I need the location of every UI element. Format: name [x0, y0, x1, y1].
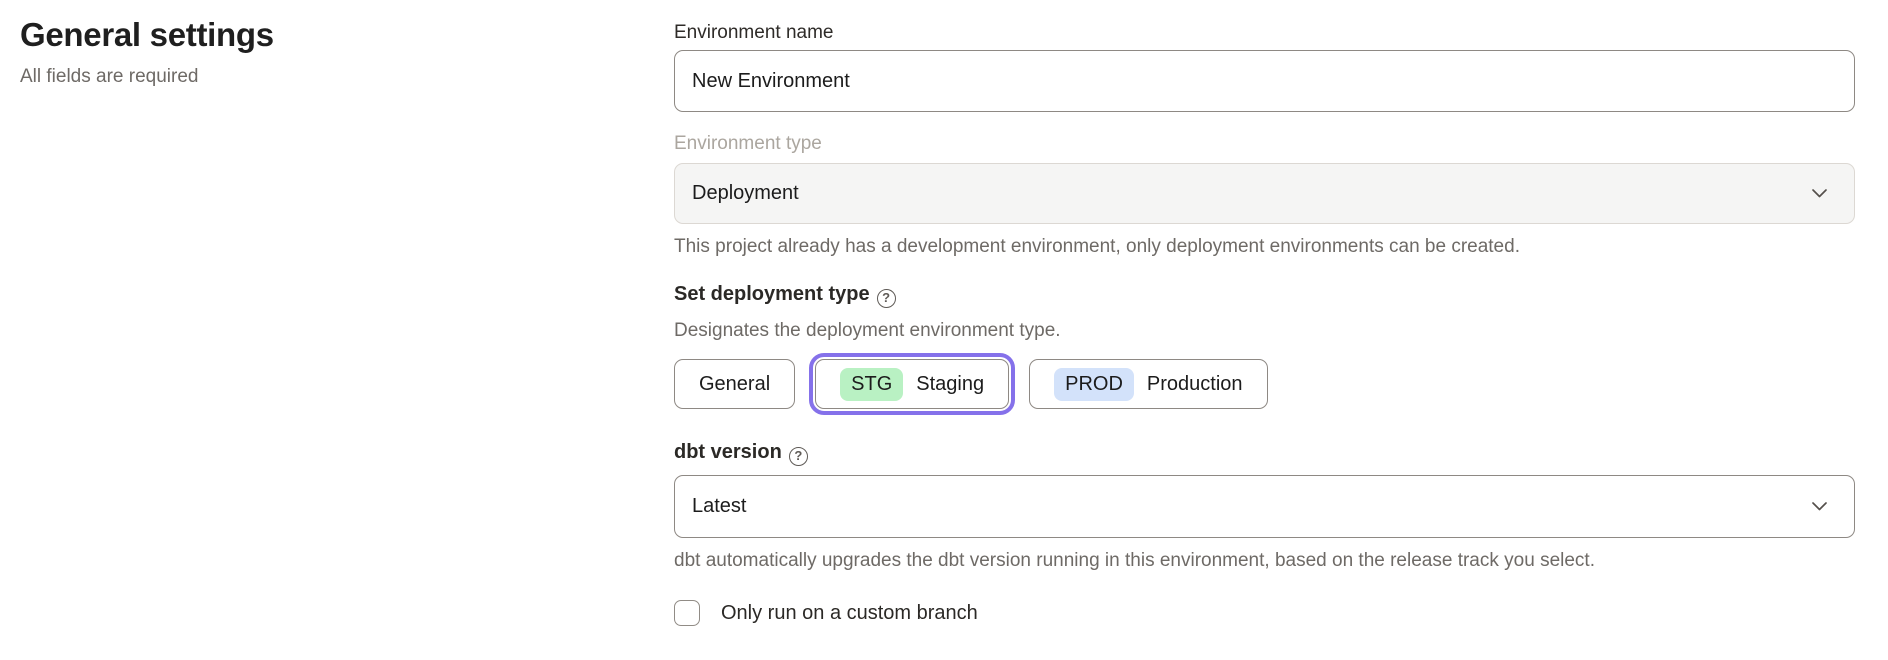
chevron-down-icon: [1811, 501, 1828, 512]
chevron-down-icon: [1811, 188, 1828, 199]
general-settings-page: General settings All fields are required…: [0, 0, 1888, 660]
production-badge: PROD: [1054, 368, 1134, 401]
help-icon[interactable]: ?: [877, 289, 896, 308]
environment-type-select: Deployment: [674, 163, 1855, 224]
environment-type-label: Environment type: [674, 133, 822, 155]
deployment-type-production-button[interactable]: PROD Production: [1029, 359, 1267, 409]
environment-type-helper: This project already has a development e…: [674, 236, 1520, 258]
page-subtitle: All fields are required: [20, 66, 198, 88]
dbt-version-label: dbt version?: [674, 441, 808, 466]
dbt-version-value: Latest: [692, 495, 746, 518]
custom-branch-checkbox[interactable]: [674, 600, 700, 626]
staging-button-label: Staging: [916, 373, 984, 396]
environment-type-value: Deployment: [692, 182, 799, 205]
page-title: General settings: [20, 16, 274, 54]
custom-branch-row: Only run on a custom branch: [674, 600, 978, 626]
deployment-type-options: General STG Staging PROD Production: [674, 359, 1268, 409]
deployment-type-label: Set deployment type?: [674, 283, 896, 308]
deployment-type-label-text: Set deployment type: [674, 283, 870, 305]
deployment-type-helper: Designates the deployment environment ty…: [674, 320, 1061, 342]
help-icon[interactable]: ?: [789, 447, 808, 466]
dbt-version-select[interactable]: Latest: [674, 475, 1855, 538]
custom-branch-label[interactable]: Only run on a custom branch: [721, 602, 978, 625]
dbt-version-label-text: dbt version: [674, 441, 782, 463]
environment-name-input[interactable]: [674, 50, 1855, 112]
staging-badge: STG: [840, 368, 903, 401]
deployment-type-staging-button[interactable]: STG Staging: [815, 359, 1009, 409]
general-button-label: General: [699, 373, 770, 396]
production-button-label: Production: [1147, 373, 1243, 396]
environment-name-label: Environment name: [674, 22, 833, 44]
dbt-version-helper: dbt automatically upgrades the dbt versi…: [674, 550, 1595, 572]
deployment-type-general-button[interactable]: General: [674, 359, 795, 409]
